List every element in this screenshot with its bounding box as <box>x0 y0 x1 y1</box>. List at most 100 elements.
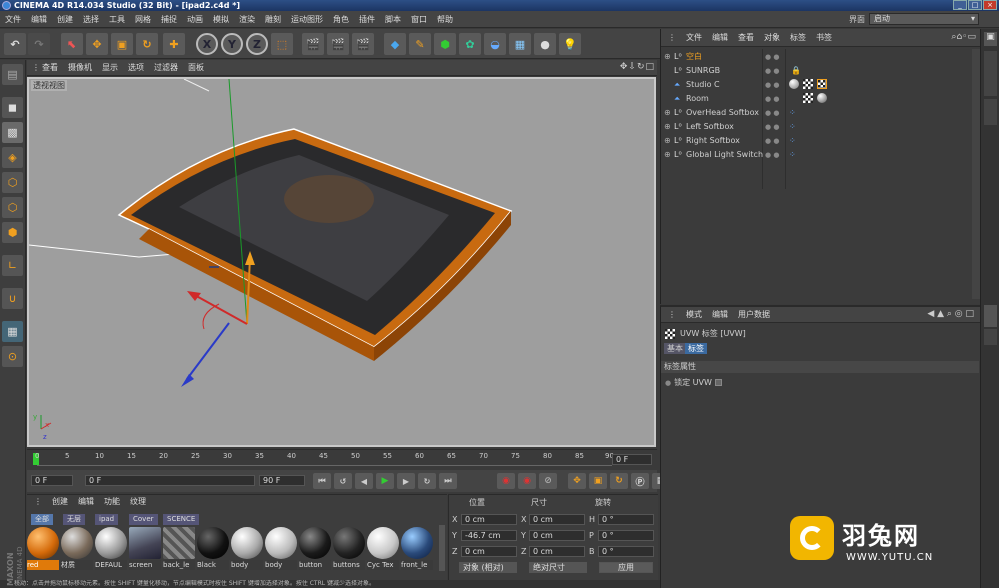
auto-key-icon[interactable]: ◉ <box>518 473 536 489</box>
undo-icon[interactable]: ↶ <box>4 33 26 55</box>
goto-start-icon[interactable]: ⏮ <box>313 473 331 489</box>
size-mode-dropdown[interactable]: 绝对尺寸 <box>529 562 587 573</box>
material-tag-icon[interactable] <box>789 79 799 89</box>
array-icon[interactable]: ✿ <box>459 33 481 55</box>
viewport-menu-panel[interactable]: 面板 <box>183 62 209 73</box>
maximize-button[interactable]: □ <box>968 0 982 10</box>
side-tab-layers[interactable] <box>984 329 997 345</box>
object-row[interactable]: ⏶ Studio C ● ● <box>661 78 981 92</box>
object-menu-file[interactable]: 文件 <box>681 32 707 43</box>
visibility-dots[interactable]: ● ● <box>765 92 779 106</box>
object-menu-edit[interactable]: 编辑 <box>707 32 733 43</box>
axis-mode-icon[interactable]: ∟ <box>2 255 23 276</box>
light-icon[interactable]: 💡 <box>559 33 581 55</box>
compositing-tag-icon[interactable]: ⁘ <box>789 148 796 162</box>
viewport-menu-filter[interactable]: 过滤器 <box>149 62 183 73</box>
model-mode-icon[interactable]: ◼ <box>2 97 23 118</box>
material-item[interactable]: button <box>299 527 331 571</box>
material-item[interactable]: screen <box>129 527 161 571</box>
menu-tools[interactable]: 工具 <box>104 14 130 25</box>
attribute-menu-mode[interactable]: 模式 <box>681 309 707 320</box>
visibility-dots[interactable]: ● ● <box>765 120 779 134</box>
move-icon[interactable]: ✥ <box>86 33 108 55</box>
prev-key-icon[interactable]: ↺ <box>334 473 352 489</box>
menu-create[interactable]: 创建 <box>52 14 78 25</box>
menu-mograph[interactable]: 运动图形 <box>286 14 328 25</box>
live-select-icon[interactable]: ⬉ <box>61 33 83 55</box>
material-item[interactable]: red <box>27 527 59 571</box>
attribute-tab-basic[interactable]: 基本 <box>664 343 686 354</box>
x-axis-lock-icon[interactable]: X <box>196 33 218 55</box>
coordinate-system-icon[interactable]: ⬚ <box>271 33 293 55</box>
key-scale-icon[interactable]: ▣ <box>589 473 607 489</box>
side-tab-structure[interactable] <box>984 99 997 125</box>
expand-icon[interactable]: ⊕ <box>664 106 671 120</box>
object-row[interactable]: ⊕ L⁰ Right Softbox ● ● ⁘ <box>661 134 981 148</box>
material-tab-scence[interactable]: SCENCE <box>163 514 200 525</box>
menu-simulate[interactable]: 模拟 <box>208 14 234 25</box>
points-mode-icon[interactable]: ⬡ <box>2 172 23 193</box>
position-z-field[interactable]: 0 cm <box>461 546 517 557</box>
spline-pen-icon[interactable]: ✎ <box>409 33 431 55</box>
snap-icon[interactable]: ∪ <box>2 288 23 309</box>
menu-render[interactable]: 渲染 <box>234 14 260 25</box>
attribute-tab-tag[interactable]: 标签 <box>685 343 707 354</box>
next-frame-icon[interactable]: ▶ <box>397 473 415 489</box>
object-scrollbar[interactable] <box>972 49 980 299</box>
compositing-tag-icon[interactable]: ⁘ <box>789 120 796 134</box>
camera-icon[interactable]: ● <box>534 33 556 55</box>
material-menu-texture[interactable]: 纹理 <box>125 496 151 507</box>
compositing-tag-icon[interactable]: ⁘ <box>789 134 796 148</box>
render-view-icon[interactable]: 🎬 <box>302 33 324 55</box>
subdivision-icon[interactable]: ⬢ <box>434 33 456 55</box>
size-x-field[interactable]: 0 cm <box>529 514 585 525</box>
position-x-field[interactable]: 0 cm <box>461 514 517 525</box>
viewport-menu-display[interactable]: 显示 <box>97 62 123 73</box>
uvw-tag-icon[interactable] <box>817 79 827 89</box>
z-axis-lock-icon[interactable]: Z <box>246 33 268 55</box>
rotation-p-field[interactable]: 0 ° <box>598 530 654 541</box>
attribute-nav-icons[interactable]: ◀ ▲ ⌕ ◎ □ <box>927 309 974 319</box>
object-search-icon[interactable]: ⌕⌂◦▭ <box>951 32 976 42</box>
lock-uvw-checkbox[interactable] <box>714 379 722 386</box>
visibility-dots[interactable]: ● ● <box>765 134 779 148</box>
menu-help[interactable]: 帮助 <box>432 14 458 25</box>
object-row[interactable]: ⊕ L⁰ OverHead Softbox ● ● ⁘ <box>661 106 981 120</box>
attribute-menu-userdata[interactable]: 用户数据 <box>733 309 775 320</box>
workplane-icon[interactable]: ◈ <box>2 147 23 168</box>
material-item[interactable]: buttons <box>333 527 365 571</box>
visibility-dots[interactable]: ● ● <box>765 106 779 120</box>
redo-icon[interactable]: ↷ <box>28 33 50 55</box>
make-editable-icon[interactable]: ▤ <box>2 64 23 85</box>
material-item[interactable]: Black <box>197 527 229 571</box>
material-item[interactable]: DEFAUL <box>95 527 127 571</box>
side-tab-attributes[interactable] <box>984 305 997 327</box>
object-menu-view[interactable]: 查看 <box>733 32 759 43</box>
layout-dropdown[interactable]: 启动 <box>869 13 979 25</box>
material-item[interactable]: Cyc Tex <box>367 527 399 571</box>
side-panel-icon[interactable]: ▣ <box>984 32 997 46</box>
menu-character[interactable]: 角色 <box>328 14 354 25</box>
planar-workplane-icon[interactable]: ⊙ <box>2 346 23 367</box>
compositing-tag-icon[interactable]: ⁘ <box>789 106 796 120</box>
goto-end-icon[interactable]: ⏭ <box>439 473 457 489</box>
texture-mode-icon[interactable]: ▩ <box>2 122 23 143</box>
play-icon[interactable]: ▶ <box>376 473 394 489</box>
material-tab-ipad[interactable]: ipad <box>95 514 119 525</box>
key-rotation-icon[interactable]: ↻ <box>610 473 628 489</box>
object-row[interactable]: ⊕ L⁰ Left Softbox ● ● ⁘ <box>661 120 981 134</box>
menu-plugins[interactable]: 插件 <box>354 14 380 25</box>
material-tab-all[interactable]: 全部 <box>31 514 53 525</box>
visibility-dots[interactable]: ● ● <box>765 148 779 162</box>
rotation-h-field[interactable]: 0 ° <box>598 514 654 525</box>
object-menu-objects[interactable]: 对象 <box>759 32 785 43</box>
material-tab-cover[interactable]: Cover <box>129 514 158 525</box>
preview-range-slider[interactable]: 0 F <box>85 475 255 486</box>
menu-sculpt[interactable]: 雕刻 <box>260 14 286 25</box>
close-button[interactable]: × <box>983 0 997 10</box>
expand-icon[interactable]: ⊕ <box>664 50 671 64</box>
lock-workplane-icon[interactable]: ▦ <box>2 321 23 342</box>
object-row[interactable]: ⏶ Room ● ● <box>661 92 981 106</box>
record-icon[interactable]: ◉ <box>497 473 515 489</box>
timeline[interactable]: 0 5 10 15 20 25 30 35 40 45 50 55 60 65 … <box>27 449 657 469</box>
